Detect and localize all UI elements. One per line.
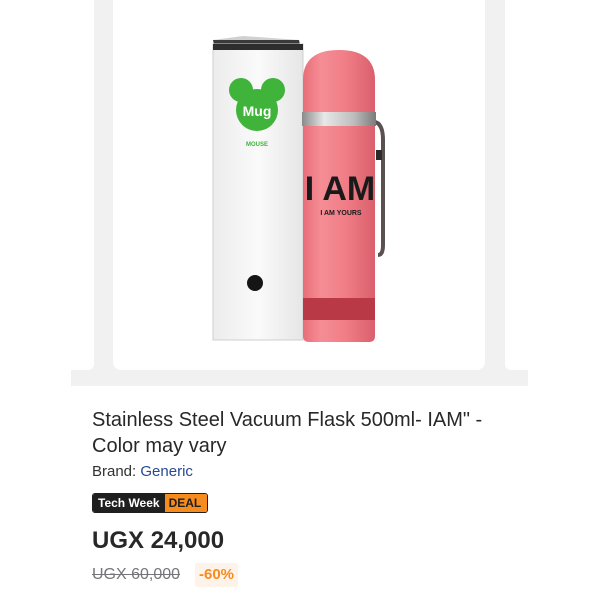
- flask: I AM I AM YOURS: [302, 50, 385, 342]
- main-product-image[interactable]: Mug MOUSE I AM I AM YOURS: [113, 0, 485, 370]
- box-sub-text: MOUSE: [246, 142, 268, 148]
- discount-badge: -60%: [195, 563, 239, 587]
- product-page: Mug MOUSE I AM I AM YOURS Stainless Stee…: [0, 0, 600, 600]
- product-photo: Mug MOUSE I AM I AM YOURS: [212, 36, 385, 342]
- box-logo-text: Mug: [243, 103, 272, 119]
- badge-deal-text: DEAL: [164, 494, 208, 512]
- gift-box: Mug MOUSE: [212, 36, 304, 341]
- box-hole: [247, 275, 263, 291]
- brand-label: Brand:: [92, 463, 137, 480]
- flask-big-text: I AM: [305, 170, 376, 208]
- deal-badge: Tech Week DEAL: [92, 493, 209, 513]
- brand-line: Brand: Generic: [92, 463, 193, 480]
- badge-campaign-text: Tech Week: [93, 494, 165, 512]
- old-price: UGX 60,000: [92, 566, 181, 583]
- current-price: UGX 24,000: [92, 527, 225, 554]
- previous-image-peek[interactable]: [71, 0, 94, 370]
- product-title: Stainless Steel Vacuum Flask 500ml- IAM"…: [92, 409, 483, 457]
- brand-link[interactable]: Generic: [140, 463, 193, 480]
- flask-small-text: I AM YOURS: [320, 210, 362, 217]
- next-image-peek[interactable]: [505, 0, 528, 370]
